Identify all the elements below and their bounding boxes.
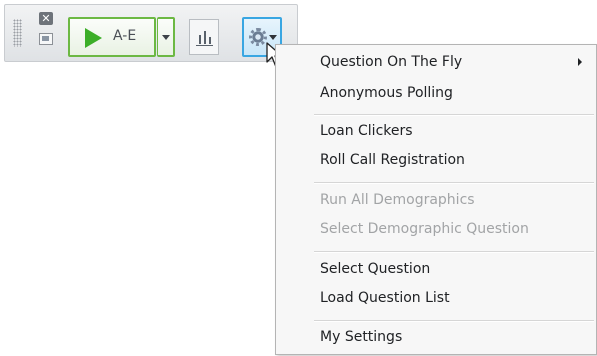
menu-separator	[314, 251, 594, 253]
menu-separator	[314, 182, 594, 184]
menu-item-run-all-demographics: Run All Demographics	[320, 192, 475, 208]
drag-grip[interactable]	[13, 19, 22, 47]
menu-item-select-demographic-question: Select Demographic Question	[320, 221, 529, 237]
menu-item-anonymous-polling[interactable]: Anonymous Polling	[320, 85, 453, 101]
menu-item-my-settings[interactable]: My Settings	[320, 329, 402, 345]
menu-separator	[314, 320, 594, 322]
polling-toolbar: ✕ A-E	[4, 4, 298, 62]
start-polling-label: A-E	[113, 28, 137, 44]
play-icon	[85, 28, 102, 48]
gear-icon	[249, 28, 267, 46]
menu-item-load-question-list[interactable]: Load Question List	[320, 290, 450, 306]
show-results-button[interactable]	[189, 19, 219, 55]
submenu-arrow-icon	[578, 58, 582, 66]
menu-separator	[314, 114, 594, 116]
start-polling-button[interactable]: A-E	[68, 17, 156, 57]
window-icon[interactable]	[39, 33, 53, 45]
start-options-dropdown[interactable]	[157, 17, 175, 57]
menu-item-roll-call-registration[interactable]: Roll Call Registration	[320, 152, 465, 168]
menu-item-loan-clickers[interactable]: Loan Clickers	[320, 123, 413, 139]
menu-item-question-on-the-fly[interactable]: Question On The Fly	[320, 54, 462, 70]
close-icon[interactable]: ✕	[39, 12, 53, 25]
menu-item-select-question[interactable]: Select Question	[320, 261, 430, 277]
chevron-down-icon	[269, 35, 277, 40]
tools-dropdown-menu: Question On The Fly Anonymous Polling Lo…	[275, 44, 597, 355]
